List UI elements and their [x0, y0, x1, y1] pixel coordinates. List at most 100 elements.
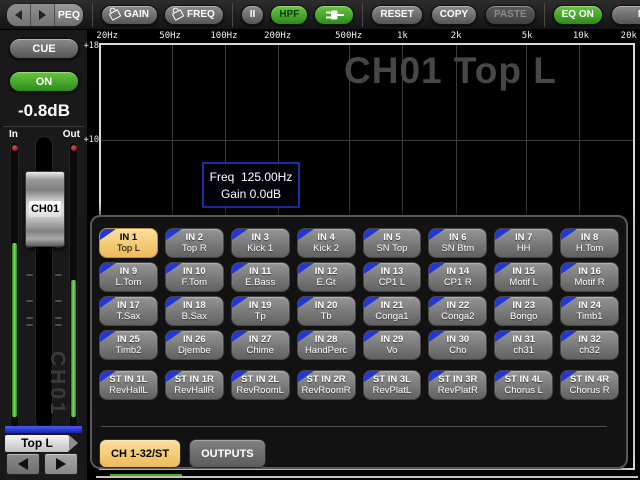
channel-name: Motif R: [574, 277, 605, 288]
channel-id: IN 26: [182, 333, 206, 345]
channel-button[interactable]: ST IN 3R RevPlatR: [428, 370, 488, 400]
panel-divider: [101, 426, 607, 427]
channel-number-watermark: CH01: [46, 351, 69, 417]
channel-button[interactable]: IN 17 T.Sax: [99, 296, 158, 326]
channel-button[interactable]: IN 31 ch31: [494, 330, 554, 360]
channel-button[interactable]: IN 28 HandPerc: [296, 330, 356, 360]
toolbar-divider: [362, 2, 364, 27]
channel-button[interactable]: IN 11 E.Bass: [230, 262, 290, 292]
gain-lock-button[interactable]: GAIN: [101, 4, 158, 25]
eq-type-ii-button[interactable]: II: [240, 4, 265, 25]
meter-in-label: In: [9, 129, 18, 140]
channel-id: IN 13: [380, 265, 404, 277]
channel-color-corner-icon: [561, 331, 578, 342]
prev-page-button[interactable]: [7, 3, 31, 26]
channel-color-corner-icon: [165, 263, 182, 274]
channel-color-corner-icon: [363, 371, 380, 382]
reset-button[interactable]: RESET: [371, 4, 423, 25]
channel-name: RevPlatL: [372, 385, 412, 396]
channel-grid: IN 1 Top L IN 2 Top R IN 3 Kick 1 IN 4 K…: [99, 228, 619, 400]
channel-button[interactable]: ST IN 1L RevHallL: [99, 370, 158, 400]
toolbar-divider: [92, 2, 93, 27]
prev-channel-button[interactable]: [6, 453, 40, 475]
channel-color-corner-icon: [429, 331, 446, 342]
channel-on-button[interactable]: ON: [9, 71, 79, 92]
channel-button[interactable]: IN 16 Motif R: [560, 262, 619, 292]
channel-fader-handle[interactable]: CH01: [25, 171, 65, 247]
channel-id: IN 17: [117, 299, 140, 311]
channel-button[interactable]: IN 1 Top L: [99, 228, 158, 258]
channel-color-corner-icon: [100, 263, 116, 274]
channel-button[interactable]: IN 22 Conga2: [428, 296, 488, 326]
channel-name: RevHallR: [174, 385, 215, 396]
channel-button[interactable]: IN 10 F.Tom: [164, 262, 224, 292]
channel-button[interactable]: IN 29 Vo: [362, 330, 422, 360]
channel-button[interactable]: ST IN 3L RevPlatL: [362, 370, 422, 400]
channel-name: ch31: [513, 345, 534, 356]
channel-button[interactable]: ST IN 2R RevRoomR: [296, 370, 356, 400]
channel-button[interactable]: IN 20 Tb: [296, 296, 356, 326]
channel-name: RevRoomL: [236, 385, 284, 396]
channel-button[interactable]: IN 4 Kick 2: [296, 228, 356, 258]
freq-lock-button[interactable]: FREQ: [164, 4, 224, 25]
channel-name: Tb: [320, 311, 332, 322]
channel-id: IN 15: [512, 265, 536, 277]
channel-name: CP1 L: [378, 277, 406, 288]
channel-name: RevRoomR: [301, 385, 351, 396]
channel-name: Kick 1: [247, 243, 274, 254]
channel-button[interactable]: IN 24 Timb1: [560, 296, 619, 326]
channel-id: IN 28: [314, 333, 338, 345]
gridline: [101, 140, 633, 142]
channel-button[interactable]: ST IN 4R Chorus R: [560, 370, 619, 400]
paste-button[interactable]: PASTE: [485, 4, 536, 25]
channel-color-corner-icon: [100, 229, 116, 240]
channel-button[interactable]: IN 32 ch32: [560, 330, 619, 360]
channel-button[interactable]: IN 3 Kick 1: [230, 228, 290, 258]
channel-button[interactable]: IN 30 Cho: [428, 330, 488, 360]
tab-outputs[interactable]: OUTPUTS: [189, 439, 266, 468]
channel-nav: PEQ: [6, 2, 84, 27]
copy-label: COPY: [439, 9, 469, 20]
channel-name-tag[interactable]: Top L: [5, 435, 78, 452]
channel-button[interactable]: IN 15 Motif L: [494, 262, 554, 292]
channel-id: IN 27: [248, 333, 272, 345]
channel-button[interactable]: IN 19 Tp: [230, 296, 290, 326]
channel-button[interactable]: IN 6 SN Btm: [428, 228, 488, 258]
channel-id: IN 31: [512, 333, 536, 345]
channel-color-corner-icon: [100, 297, 116, 308]
channel-button[interactable]: IN 25 Timb2: [99, 330, 158, 360]
copy-button[interactable]: COPY: [430, 4, 478, 25]
channel-button[interactable]: IN 7 HH: [494, 228, 554, 258]
channel-name: F.Tom: [181, 277, 207, 288]
channel-button[interactable]: ST IN 4L Chorus L: [494, 370, 554, 400]
next-page-button[interactable]: [31, 3, 55, 26]
channel-button[interactable]: IN 27 Chime: [230, 330, 290, 360]
fader-channel-label: CH01: [29, 201, 61, 217]
channel-button[interactable]: IN 18 B.Sax: [164, 296, 224, 326]
next-channel-button[interactable]: [44, 453, 78, 475]
channel-name: Motif L: [509, 277, 538, 288]
freq-tick-label: 1k: [397, 31, 408, 41]
channel-button[interactable]: IN 2 Top R: [164, 228, 224, 258]
tab-ch-1-32-st[interactable]: CH 1-32/ST: [99, 439, 182, 468]
channel-button[interactable]: IN 21 Conga1: [362, 296, 422, 326]
left-arrow-icon: [15, 9, 22, 20]
channel-button[interactable]: ST IN 1R RevHallR: [164, 370, 224, 400]
channel-button[interactable]: IN 9 L.Tom: [99, 262, 158, 292]
input-peak-indicator: [11, 145, 18, 151]
channel-button[interactable]: ST IN 2L RevRoomL: [230, 370, 290, 400]
channel-button[interactable]: IN 13 CP1 L: [362, 262, 422, 292]
channel-button[interactable]: IN 12 E.Gt: [296, 262, 356, 292]
channel-button[interactable]: IN 26 Djembe: [164, 330, 224, 360]
cue-button[interactable]: CUE: [9, 38, 79, 59]
eq-on-button[interactable]: EQ ON: [552, 4, 603, 25]
channel-button[interactable]: IN 8 H.Tom: [560, 228, 619, 258]
channel-button[interactable]: IN 23 Bongo: [494, 296, 554, 326]
mixer-button[interactable]: MIXER: [610, 4, 640, 25]
channel-button[interactable]: IN 14 CP1 R: [428, 262, 488, 292]
channel-color-corner-icon: [429, 229, 446, 240]
hpf-button[interactable]: HPF: [270, 4, 309, 25]
lock-icon: [171, 8, 185, 21]
touch-eq-mode-button[interactable]: [314, 4, 355, 25]
channel-button[interactable]: IN 5 SN Top: [362, 228, 422, 258]
